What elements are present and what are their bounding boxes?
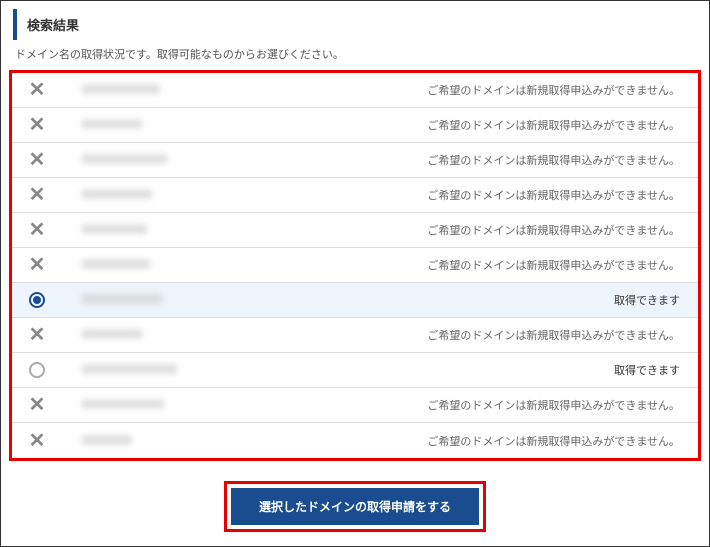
unavailable-x-icon: ✕ <box>29 431 46 451</box>
domain-row: ✕ ご希望のドメインは新規取得申込みができません。 <box>12 423 698 458</box>
status-unavailable-label: ご希望のドメインは新規取得申込みができません。 <box>242 222 698 238</box>
domain-name-cell <box>62 363 242 377</box>
domain-name-cell <box>62 328 242 342</box>
status-unavailable-label: ご希望のドメインは新規取得申込みができません。 <box>242 433 698 449</box>
radio-selected-icon[interactable] <box>29 292 45 308</box>
domain-row: ✕ ご希望のドメインは新規取得申込みができません。 <box>12 248 698 283</box>
domain-name-cell <box>62 434 242 448</box>
status-unavailable-label: ご希望のドメインは新規取得申込みができません。 <box>242 152 698 168</box>
unavailable-x-icon: ✕ <box>29 395 46 415</box>
button-highlight-box: 選択したドメインの取得申請をする <box>224 481 486 532</box>
domain-row[interactable]: 取得できます <box>12 353 698 388</box>
status-unavailable-label: ご希望のドメインは新規取得申込みができません。 <box>242 397 698 413</box>
domain-row: ✕ ご希望のドメインは新規取得申込みができません。 <box>12 213 698 248</box>
radio-unselected-icon[interactable] <box>29 362 45 378</box>
unavailable-x-icon: ✕ <box>29 255 46 275</box>
status-unavailable-label: ご希望のドメインは新規取得申込みができません。 <box>242 82 698 98</box>
unavailable-x-icon: ✕ <box>29 80 46 100</box>
submit-area: 選択したドメインの取得申請をする <box>1 469 709 546</box>
domain-row[interactable]: 取得できます <box>12 283 698 318</box>
submit-button[interactable]: 選択したドメインの取得申請をする <box>231 488 479 525</box>
page-subtitle: ドメイン名の取得状況です。取得可能なものからお選びください。 <box>1 46 709 70</box>
status-unavailable-label: ご希望のドメインは新規取得申込みができません。 <box>242 327 698 343</box>
results-highlight-box: ✕ ご希望のドメインは新規取得申込みができません。 ✕ ご希望のドメインは新規取得申込… <box>9 70 701 461</box>
domain-name-cell <box>62 83 242 97</box>
domain-name-redacted <box>82 84 160 94</box>
page-title: 検索結果 <box>13 9 697 40</box>
unavailable-x-icon: ✕ <box>29 220 46 240</box>
status-unavailable-label: ご希望のドメインは新規取得申込みができません。 <box>242 257 698 273</box>
domain-name-redacted <box>82 224 147 234</box>
domain-name-redacted <box>82 435 132 445</box>
domain-row: ✕ ご希望のドメインは新規取得申込みができません。 <box>12 318 698 353</box>
domain-row: ✕ ご希望のドメインは新規取得申込みができません。 <box>12 73 698 108</box>
domain-row: ✕ ご希望のドメインは新規取得申込みができません。 <box>12 178 698 213</box>
domain-name-cell <box>62 188 242 202</box>
main-container: 検索結果 ドメイン名の取得状況です。取得可能なものからお選びください。 ✕ ご希望… <box>0 0 710 547</box>
domain-name-cell <box>62 153 242 167</box>
unavailable-x-icon: ✕ <box>29 150 46 170</box>
status-available-label: 取得できます <box>242 292 698 308</box>
domain-name-redacted <box>82 259 150 269</box>
domain-name-redacted <box>82 399 164 409</box>
domain-row: ✕ ご希望のドメインは新規取得申込みができません。 <box>12 388 698 423</box>
domain-name-redacted <box>82 329 142 339</box>
status-available-label: 取得できます <box>242 362 698 378</box>
domain-name-redacted <box>82 154 167 164</box>
domain-name-redacted <box>82 119 142 129</box>
domain-name-redacted <box>82 294 162 304</box>
domain-results-table: ✕ ご希望のドメインは新規取得申込みができません。 ✕ ご希望のドメインは新規取得申込… <box>12 73 698 458</box>
status-unavailable-label: ご希望のドメインは新規取得申込みができません。 <box>242 117 698 133</box>
domain-row: ✕ ご希望のドメインは新規取得申込みができません。 <box>12 108 698 143</box>
domain-name-cell <box>62 223 242 237</box>
domain-name-cell <box>62 258 242 272</box>
domain-name-cell <box>62 293 242 307</box>
domain-name-cell <box>62 118 242 132</box>
unavailable-x-icon: ✕ <box>29 325 46 345</box>
domain-name-cell <box>62 398 242 412</box>
domain-name-redacted <box>82 189 152 199</box>
unavailable-x-icon: ✕ <box>29 115 46 135</box>
domain-name-redacted <box>82 364 177 374</box>
domain-row: ✕ ご希望のドメインは新規取得申込みができません。 <box>12 143 698 178</box>
status-unavailable-label: ご希望のドメインは新規取得申込みができません。 <box>242 187 698 203</box>
unavailable-x-icon: ✕ <box>29 185 46 205</box>
